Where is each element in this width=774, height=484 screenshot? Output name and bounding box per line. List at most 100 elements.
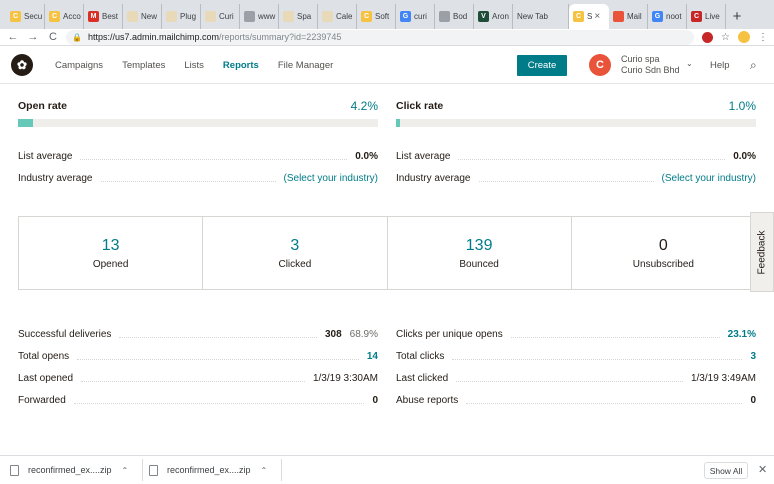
row-label: List average (396, 150, 451, 162)
browser-tab[interactable]: Gnoot (648, 4, 687, 29)
extension-icon[interactable] (702, 31, 714, 43)
stat-label: Bounced (459, 259, 499, 270)
total-clicks-link[interactable]: 3 (750, 351, 756, 362)
favicon-icon: C (49, 11, 60, 22)
browser-tab[interactable]: C Secu (6, 4, 45, 29)
reload-icon[interactable]: C (46, 31, 60, 43)
total-opens-link[interactable]: 14 (367, 351, 378, 362)
click-rate-bar-fill (396, 119, 400, 127)
help-link[interactable]: Help (710, 60, 730, 71)
clicks-per-open-link[interactable]: 23.1% (728, 329, 756, 340)
nav-campaigns[interactable]: Campaigns (55, 60, 103, 71)
favicon-icon: C (691, 11, 702, 22)
browser-tab[interactable]: C Acco (45, 4, 84, 29)
nav-templates[interactable]: Templates (122, 60, 165, 71)
browser-tab[interactable]: C Soft (357, 4, 396, 29)
browser-tab[interactable]: Spa (279, 4, 318, 29)
stat-number: 13 (101, 237, 120, 254)
stat-label: Opened (92, 259, 129, 270)
favicon-icon (205, 11, 216, 22)
avatar[interactable]: C (589, 54, 611, 76)
browser-tab[interactable]: V Aron (474, 4, 513, 29)
row-label: Total clicks (396, 350, 445, 362)
close-icon[interactable]: ✕ (758, 463, 767, 476)
browser-tab[interactable]: C S × (569, 4, 609, 29)
nav-lists[interactable]: Lists (184, 60, 204, 71)
account-name: Curio spa (621, 54, 660, 64)
chevron-up-icon[interactable]: ⌃ (261, 466, 268, 475)
stat-opened[interactable]: 13 Opened (19, 217, 204, 289)
detail-row: Last clicked 1/3/19 3:49AM (396, 367, 756, 389)
browser-tab[interactable]: Plug (162, 4, 201, 29)
back-icon[interactable]: ← (6, 31, 20, 43)
select-industry-link[interactable]: (Select your industry) (662, 173, 756, 184)
nav-file-manager[interactable]: File Manager (278, 60, 333, 71)
delivery-details: Successful deliveries 308 68.9% Total ope… (18, 323, 378, 411)
stat-unsubscribed: 0 Unsubscribed (572, 217, 755, 289)
stat-bounced[interactable]: 139 Bounced (388, 217, 572, 289)
favicon-icon: M (88, 11, 99, 22)
browser-tab[interactable]: New Tab (513, 4, 569, 29)
tab-label: Best (102, 12, 119, 21)
new-tab-icon[interactable]: + (726, 4, 748, 29)
browser-tab[interactable]: Mail (609, 4, 648, 29)
browser-tab[interactable]: www (240, 4, 279, 29)
account-menu[interactable]: Curio spa Curio Sdn Bhd (621, 54, 680, 76)
chevron-down-icon[interactable]: ⌄ (686, 59, 693, 68)
address-bar[interactable]: 🔒 https://us7.admin.mailchimp.com/report… (66, 29, 695, 45)
tab-label: Spa (297, 12, 312, 21)
url-path: /reports/summary?id=2239745 (219, 32, 342, 42)
show-all-button[interactable]: Show All (704, 462, 748, 479)
deliveries-percent: 68.9% (349, 328, 378, 340)
chevron-up-icon[interactable]: ⌃ (122, 466, 129, 475)
row-label: List average (18, 150, 73, 162)
tab-label: Cale (336, 12, 353, 21)
download-item[interactable]: reconfirmed_ex....zip ⌃ (10, 459, 143, 481)
mailchimp-logo-icon[interactable]: ✿ (11, 54, 33, 76)
tab-label: curi (414, 12, 427, 21)
file-icon (10, 464, 19, 476)
star-icon[interactable]: ☆ (721, 32, 730, 43)
search-icon[interactable]: ⌕ (750, 58, 757, 73)
tab-label: New (141, 12, 158, 21)
click-details: Clicks per unique opens 23.1% Total clic… (396, 323, 756, 411)
favicon-icon (283, 11, 294, 22)
stat-number: 0 (658, 237, 668, 254)
select-industry-link[interactable]: (Select your industry) (284, 173, 378, 184)
create-button[interactable]: Create (517, 55, 567, 76)
menu-icon[interactable]: ⋮ (758, 32, 768, 43)
row-value: 0.0% (733, 150, 756, 162)
row-label: Successful deliveries (18, 328, 112, 340)
account-org: Curio Sdn Bhd (621, 65, 680, 75)
stats-summary: 13 Opened 3 Clicked 139 Bounced 0 Unsubs… (18, 216, 756, 290)
click-rate-panel: Click rate 1.0% List average 0.0% Indust… (396, 98, 756, 189)
file-icon (149, 464, 158, 476)
browser-tab[interactable]: Bod (435, 4, 474, 29)
row-label: Forwarded (18, 394, 66, 406)
favicon-icon: V (478, 11, 489, 22)
browser-tab[interactable]: C Live (687, 4, 726, 29)
browser-tab[interactable]: M Best (84, 4, 123, 29)
browser-tab[interactable]: Cale (318, 4, 357, 29)
browser-tab[interactable]: New (123, 4, 162, 29)
stat-clicked[interactable]: 3 Clicked (203, 217, 388, 289)
tab-label: Soft (375, 12, 390, 21)
forward-icon[interactable]: → (26, 31, 40, 43)
tab-label: Live (705, 12, 720, 21)
open-rate-panel: Open rate 4.2% List average 0.0% Industr… (18, 98, 378, 189)
browser-tab[interactable]: Gcuri (396, 4, 435, 29)
nav-reports[interactable]: Reports (223, 60, 259, 71)
favicon-icon: G (652, 11, 663, 22)
tab-label: Secu (24, 12, 43, 21)
detail-row: Clicks per unique opens 23.1% (396, 323, 756, 345)
browser-tab[interactable]: Curi (201, 4, 240, 29)
download-item[interactable]: reconfirmed_ex....zip ⌃ (149, 459, 282, 481)
profile-icon[interactable] (738, 31, 750, 43)
click-industry-average-row: Industry average (Select your industry) (396, 167, 756, 189)
favicon-icon: C (10, 11, 21, 22)
feedback-tab[interactable]: Feedback (750, 212, 774, 292)
tab-label: www (258, 12, 276, 21)
tab-label: noot (666, 12, 682, 21)
close-tab-icon[interactable]: × (594, 11, 600, 22)
download-bar: reconfirmed_ex....zip ⌃ reconfirmed_ex..… (0, 455, 774, 484)
